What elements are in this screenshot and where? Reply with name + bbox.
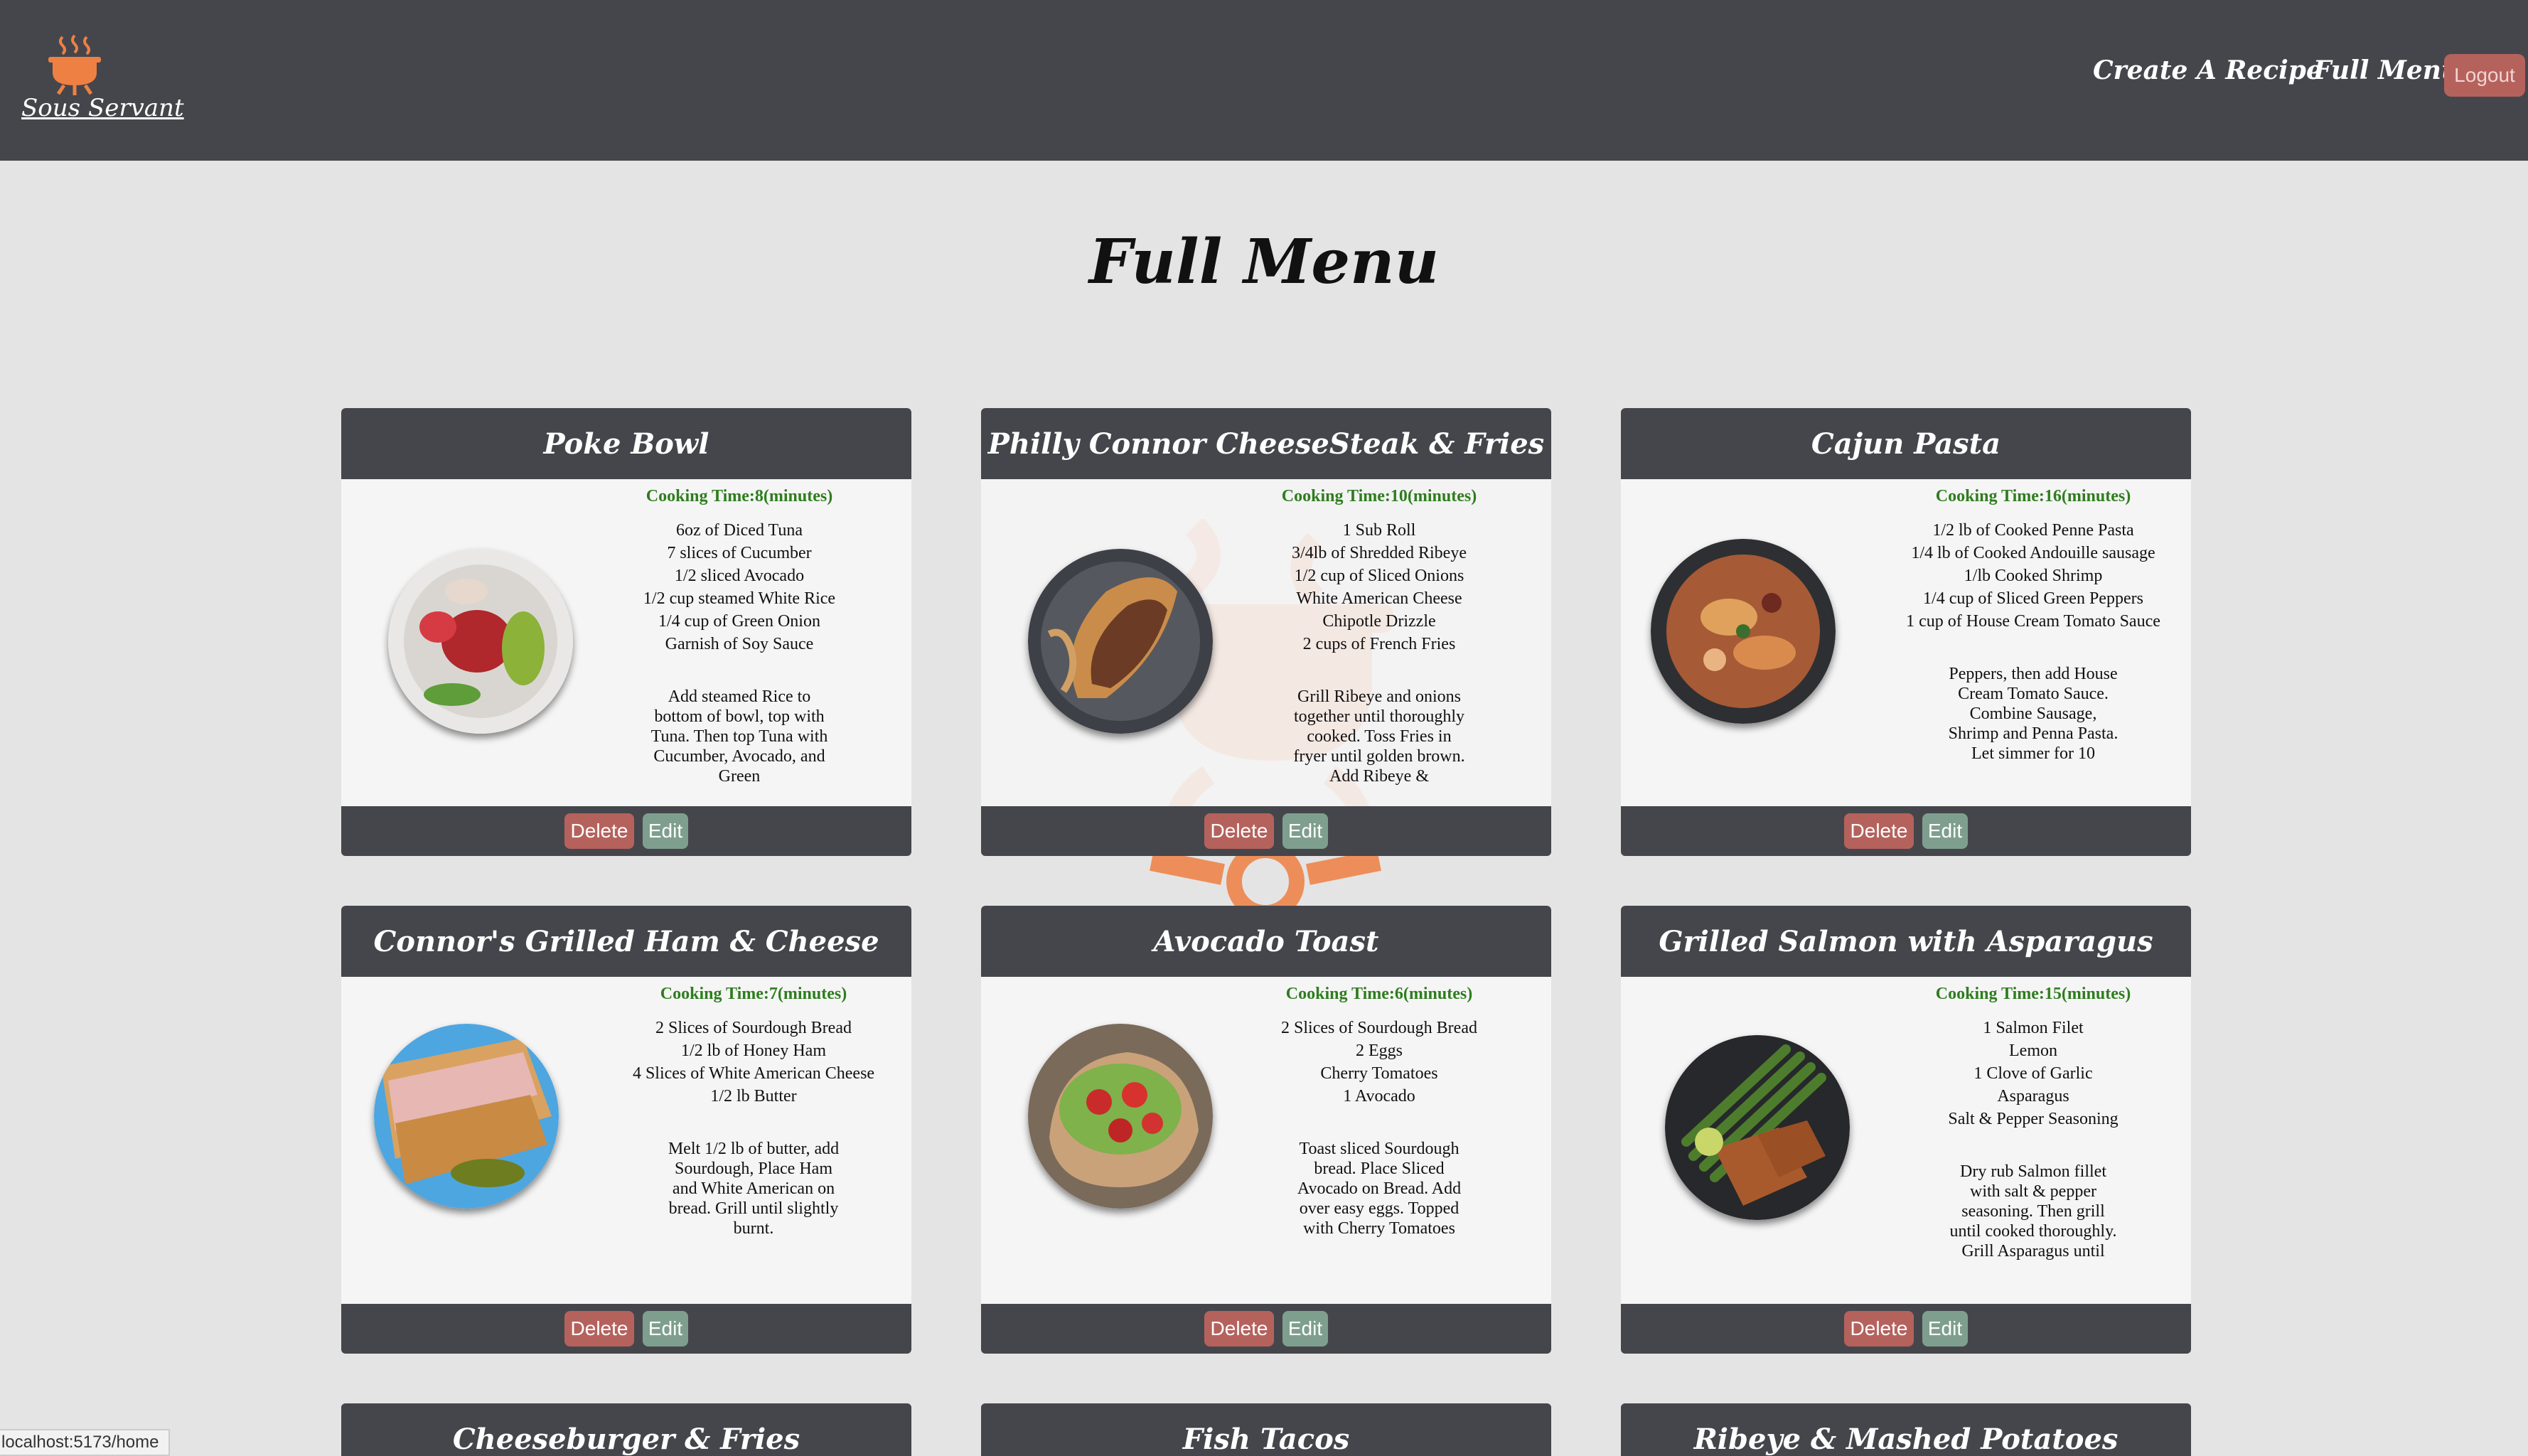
brand-logo-link[interactable]: Sous Servant	[21, 33, 184, 132]
recipe-title: Poke Bowl	[341, 408, 911, 479]
ingredient-item: 1 cup of House Cream Tomato Sauce	[1906, 612, 2160, 631]
ingredient-list: 6oz of Diced Tuna 7 slices of Cucumber 1…	[597, 519, 882, 655]
ingredient-item: Chipotle Drizzle	[1322, 612, 1436, 631]
edit-button[interactable]: Edit	[1282, 813, 1328, 849]
recipe-image	[1651, 539, 1836, 724]
navbar: Sous Servant Create A Recipe Full Menu L…	[0, 0, 2528, 161]
ingredient-item: 1/4 cup of Sliced Green Peppers	[1923, 589, 2143, 608]
recipe-image	[1028, 1024, 1213, 1209]
ingredient-item: 1/2 cup steamed White Rice	[643, 589, 836, 608]
ingredient-item: 2 Slices of Sourdough Bread	[655, 1019, 852, 1037]
ingredient-item: 6oz of Diced Tuna	[676, 521, 803, 540]
ingredient-item: 1/4 lb of Cooked Andouille sausage	[1911, 544, 2155, 562]
edit-button[interactable]: Edit	[643, 813, 688, 849]
ingredient-item: 1/2 lb Butter	[710, 1087, 797, 1106]
recipe-title: Fish Tacos	[981, 1403, 1551, 1456]
ingredient-list: 2 Slices of Sourdough Bread 2 Eggs Cherr…	[1237, 1017, 1521, 1108]
recipe-card: Cheeseburger & Fries	[341, 1403, 911, 1456]
cooking-time: Cooking Time:15(minutes)	[1935, 985, 2131, 1003]
recipe-instructions[interactable]: Melt 1/2 lb of butter, add Sourdough, Pl…	[665, 1139, 842, 1238]
status-bar-url: localhost:5173/home	[0, 1429, 171, 1456]
ingredient-list: 2 Slices of Sourdough Bread 1/2 lb of Ho…	[611, 1017, 896, 1108]
recipe-card: Avocado Toast Cooking Time:6(minutes) 2 …	[981, 906, 1551, 1354]
recipe-instructions[interactable]: Peppers, then add House Cream Tomato Sau…	[1944, 664, 2122, 764]
page-title: Full Menu	[1088, 226, 1440, 298]
recipe-title: Connor's Grilled Ham & Cheese	[341, 906, 911, 977]
ingredient-list: 1 Sub Roll 3/4lb of Shredded Ribeye 1/2 …	[1237, 519, 1521, 655]
edit-button[interactable]: Edit	[643, 1311, 688, 1347]
cooking-time: Cooking Time:16(minutes)	[1935, 487, 2131, 505]
ingredient-item: 1/2 sliced Avocado	[674, 567, 805, 585]
ingredient-item: 1 Avocado	[1343, 1087, 1415, 1106]
ingredient-item: 7 slices of Cucumber	[667, 544, 812, 562]
recipe-card: Connor's Grilled Ham & Cheese Cooking Ti…	[341, 906, 911, 1354]
ingredient-item: 4 Slices of White American Cheese	[632, 1064, 875, 1083]
ingredient-item: 1/lb Cooked Shrimp	[1964, 567, 2103, 585]
logout-button[interactable]: Logout	[2444, 54, 2525, 97]
ingredient-item: 2 Slices of Sourdough Bread	[1281, 1019, 1477, 1037]
delete-button[interactable]: Delete	[564, 1311, 634, 1347]
recipe-title: Avocado Toast	[981, 906, 1551, 977]
nav-full-menu-link[interactable]: Full Menu	[2313, 55, 2460, 85]
delete-button[interactable]: Delete	[564, 813, 634, 849]
recipe-card: Poke Bowl Cooking Time:8(minutes) 6oz of…	[341, 408, 911, 856]
recipe-title: Ribeye & Mashed Potatoes	[1621, 1403, 2191, 1456]
cooking-time: Cooking Time:10(minutes)	[1281, 487, 1477, 505]
ingredient-item: 1 Sub Roll	[1342, 521, 1416, 540]
ingredient-item: 3/4lb of Shredded Ribeye	[1292, 544, 1467, 562]
nav-create-recipe-link[interactable]: Create A Recipe	[2093, 55, 2323, 85]
edit-button[interactable]: Edit	[1922, 813, 1968, 849]
ingredient-list: 1/2 lb of Cooked Penne Pasta 1/4 lb of C…	[1891, 519, 2175, 633]
delete-button[interactable]: Delete	[1844, 813, 1914, 849]
ingredient-item: 1 Clove of Garlic	[1973, 1064, 2093, 1083]
recipe-instructions[interactable]: Toast sliced Sourdough bread. Place Slic…	[1290, 1139, 1468, 1238]
recipe-title: Philly Connor CheeseSteak & Fries	[981, 408, 1551, 479]
delete-button[interactable]: Delete	[1204, 813, 1274, 849]
delete-button[interactable]: Delete	[1844, 1311, 1914, 1347]
recipe-instructions[interactable]: Add steamed Rice to bottom of bowl, top …	[650, 687, 828, 786]
recipe-title: Cheeseburger & Fries	[341, 1403, 911, 1456]
ingredient-item: 1/2 lb of Cooked Penne Pasta	[1932, 521, 2134, 540]
ingredient-item: 1/4 cup of Green Onion	[658, 612, 820, 631]
brand-name[interactable]: Sous Servant	[21, 94, 185, 122]
cooking-pot-icon	[48, 34, 101, 95]
recipe-image	[1665, 1035, 1850, 1220]
ingredient-item: 2 cups of French Fries	[1302, 635, 1456, 653]
recipe-card: Grilled Salmon with Asparagus Cooking Ti…	[1621, 906, 2191, 1354]
recipe-card: Philly Connor CheeseSteak & Fries Cookin…	[981, 408, 1551, 856]
ingredient-item: Salt & Pepper Seasoning	[1948, 1110, 2119, 1128]
ingredient-item: White American Cheese	[1296, 589, 1462, 608]
edit-button[interactable]: Edit	[1282, 1311, 1328, 1347]
cooking-time: Cooking Time:7(minutes)	[660, 985, 847, 1003]
ingredient-item: Lemon	[2009, 1042, 2057, 1060]
delete-button[interactable]: Delete	[1204, 1311, 1274, 1347]
ingredient-item: Garnish of Soy Sauce	[665, 635, 814, 653]
recipe-card: Fish Tacos	[981, 1403, 1551, 1456]
edit-button[interactable]: Edit	[1922, 1311, 1968, 1347]
ingredient-item: 1/2 cup of Sliced Onions	[1294, 567, 1464, 585]
recipe-title: Cajun Pasta	[1621, 408, 2191, 479]
ingredient-list: 1 Salmon Filet Lemon 1 Clove of Garlic A…	[1891, 1017, 2175, 1130]
recipe-image	[388, 549, 573, 734]
recipe-instructions[interactable]: Grill Ribeye and onions together until t…	[1290, 687, 1468, 786]
ingredient-item: 1/2 lb of Honey Ham	[681, 1042, 826, 1060]
cooking-time: Cooking Time:6(minutes)	[1285, 985, 1473, 1003]
recipe-title: Grilled Salmon with Asparagus	[1621, 906, 2191, 977]
recipe-card: Cajun Pasta Cooking Time:16(minutes) 1/2…	[1621, 408, 2191, 856]
ingredient-item: Cherry Tomatoes	[1320, 1064, 1438, 1083]
recipe-image	[1028, 549, 1213, 734]
recipe-image	[374, 1024, 559, 1209]
cooking-time: Cooking Time:8(minutes)	[646, 487, 833, 505]
recipe-card: Ribeye & Mashed Potatoes	[1621, 1403, 2191, 1456]
ingredient-item: 1 Salmon Filet	[1983, 1019, 2084, 1037]
ingredient-item: 2 Eggs	[1356, 1042, 1403, 1060]
recipe-instructions[interactable]: Dry rub Salmon fillet with salt & pepper…	[1944, 1162, 2122, 1261]
ingredient-item: Asparagus	[1997, 1087, 2069, 1106]
